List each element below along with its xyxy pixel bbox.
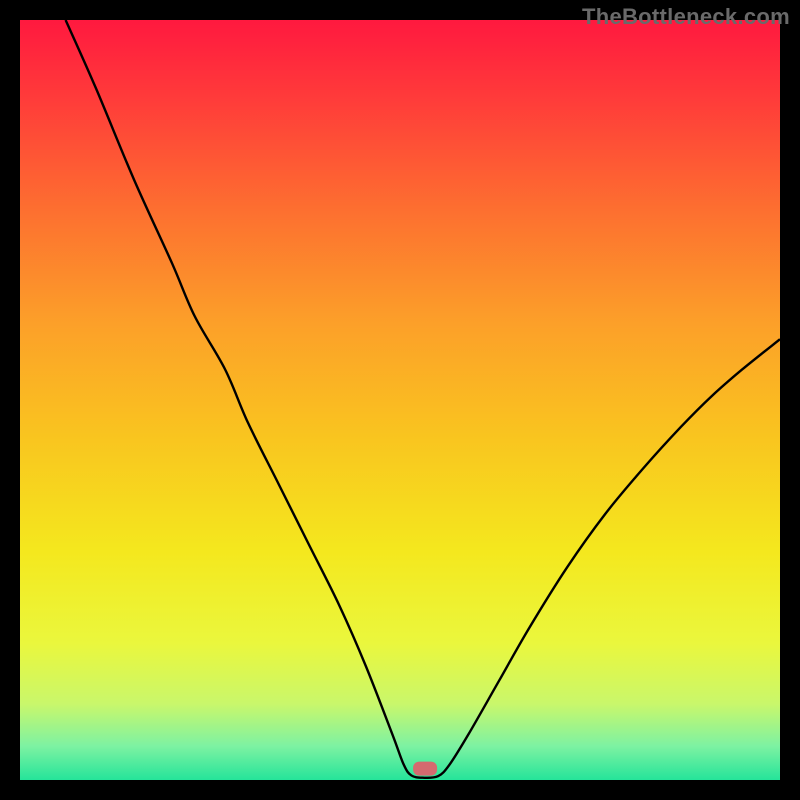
- chart-frame: TheBottleneck.com: [0, 0, 800, 800]
- optimal-marker: [413, 762, 437, 776]
- watermark-text: TheBottleneck.com: [582, 4, 790, 30]
- plot-area: [20, 20, 780, 780]
- gradient-background: [20, 20, 780, 780]
- chart-svg: [20, 20, 780, 780]
